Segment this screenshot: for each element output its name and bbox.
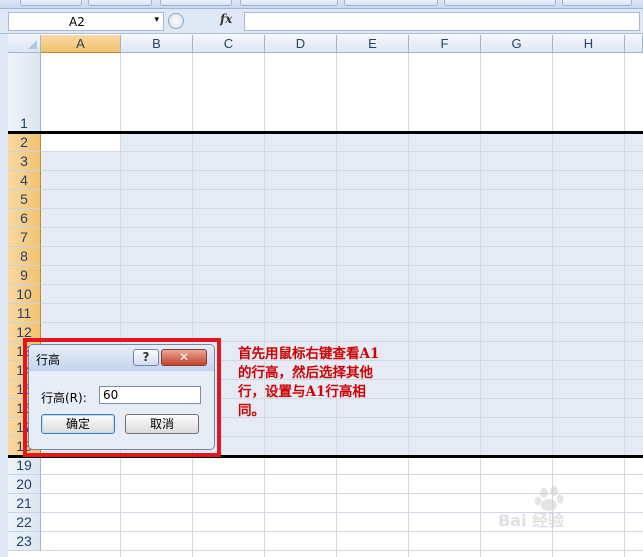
gridline	[41, 265, 643, 266]
select-all-button[interactable]	[8, 35, 41, 53]
row-header[interactable]: 1	[8, 53, 41, 133]
name-box-value: A2	[69, 15, 85, 29]
ribbon-strip	[0, 0, 643, 9]
ok-button[interactable]: 确定	[41, 414, 115, 434]
gridline	[41, 246, 643, 247]
ribbon-button[interactable]	[20, 0, 82, 6]
worksheet-grid[interactable]: ABCDEFGH 1 2 3 4 5 6 7 8 9 10 11 12 13 14 15 16 17 18 19 20…	[8, 35, 643, 557]
column-header[interactable]: A	[41, 35, 121, 53]
active-cell[interactable]	[41, 133, 121, 152]
gridline	[41, 303, 643, 304]
annotation-text: 首先用鼠标右键查看A1的行高，然后选择其他行，设置与A1行高相同。	[238, 346, 380, 419]
row-header[interactable]: 22	[8, 513, 41, 532]
close-icon[interactable]: ✕	[161, 349, 207, 366]
column-header[interactable]: H	[553, 35, 625, 53]
column-header[interactable]: G	[481, 35, 553, 53]
row-number: 7	[20, 229, 28, 245]
gridline	[41, 208, 643, 209]
cancel-button[interactable]: 取消	[125, 414, 199, 434]
ribbon-button[interactable]	[160, 0, 232, 6]
dialog-titlebar[interactable]: 行高 ? ✕	[29, 345, 214, 371]
row-header[interactable]: 8	[8, 247, 41, 266]
row-header[interactable]: 9	[8, 266, 41, 285]
name-box[interactable]: A2 ▾	[8, 12, 164, 31]
gridline	[192, 53, 193, 557]
ribbon-button[interactable]	[344, 0, 438, 6]
row-number: 21	[16, 495, 32, 511]
row-header[interactable]: 21	[8, 494, 41, 513]
row-header[interactable]: 4	[8, 171, 41, 190]
gridline	[41, 322, 643, 323]
row-number: 22	[16, 514, 32, 530]
column-header[interactable]: D	[265, 35, 337, 53]
watermark-text: Bai 经验	[498, 511, 565, 530]
dialog-title: 行高	[36, 353, 61, 367]
row-header[interactable]: 19	[8, 456, 41, 475]
formula-input[interactable]	[244, 12, 640, 31]
ribbon-button[interactable]	[444, 0, 556, 6]
gridline	[41, 189, 643, 190]
row-number: 6	[20, 210, 28, 226]
row-number: 11	[16, 305, 32, 321]
formula-bar: A2 ▾ fx	[0, 9, 643, 34]
column-header[interactable]: B	[121, 35, 193, 53]
column-header[interactable]: F	[409, 35, 481, 53]
row-header[interactable]: 11	[8, 304, 41, 323]
gridline	[41, 474, 643, 475]
gridline	[41, 170, 643, 171]
ribbon-button[interactable]	[88, 0, 152, 6]
gridline	[480, 53, 481, 557]
row-number: 1	[20, 115, 28, 131]
row-header[interactable]: 10	[8, 285, 41, 304]
row-number: 5	[20, 191, 28, 207]
row-number: 8	[20, 248, 28, 264]
gridline	[624, 53, 625, 557]
gridline	[41, 550, 643, 551]
gridline	[336, 53, 337, 557]
gridline	[120, 53, 121, 557]
column-header[interactable]: C	[193, 35, 265, 53]
insert-function-icon[interactable]: fx	[220, 12, 232, 26]
gridline	[264, 53, 265, 557]
column-header[interactable]: E	[337, 35, 409, 53]
row-height-input[interactable]: 60	[99, 386, 201, 404]
help-icon[interactable]: ?	[133, 349, 159, 366]
row-height-dialog: 行高 ? ✕ 行高(R): 60 确定 取消	[28, 344, 215, 450]
ribbon-button[interactable]	[562, 0, 632, 6]
baidu-watermark: Bai 经验	[494, 485, 609, 535]
chevron-down-icon[interactable]: ▾	[154, 15, 159, 25]
row-number: 23	[16, 533, 32, 549]
formula-controls: fx	[168, 12, 242, 31]
row-header[interactable]: 2	[8, 133, 41, 152]
row-number: 10	[16, 286, 32, 302]
gridline	[552, 53, 553, 557]
row-number: 20	[16, 476, 32, 492]
expand-icon[interactable]	[168, 13, 184, 29]
row-header[interactable]: 20	[8, 475, 41, 494]
gridline	[408, 53, 409, 557]
gridline	[41, 284, 643, 285]
gridline	[41, 151, 643, 152]
row-header[interactable]: 23	[8, 532, 41, 551]
row-height-label: 行高(R):	[41, 391, 87, 405]
row-number: 3	[20, 153, 28, 169]
row-header[interactable]: 6	[8, 209, 41, 228]
selection-border	[8, 131, 643, 134]
column-header[interactable]	[625, 35, 643, 53]
row-number: 19	[16, 457, 32, 473]
gridline	[41, 227, 643, 228]
ribbon-button[interactable]	[240, 0, 338, 6]
row-header[interactable]: 7	[8, 228, 41, 247]
row-number: 2	[20, 134, 28, 150]
row-number: 4	[20, 172, 28, 188]
window-edge	[0, 34, 8, 557]
row-header[interactable]: 3	[8, 152, 41, 171]
row-header[interactable]: 5	[8, 190, 41, 209]
row-number: 9	[20, 267, 28, 283]
